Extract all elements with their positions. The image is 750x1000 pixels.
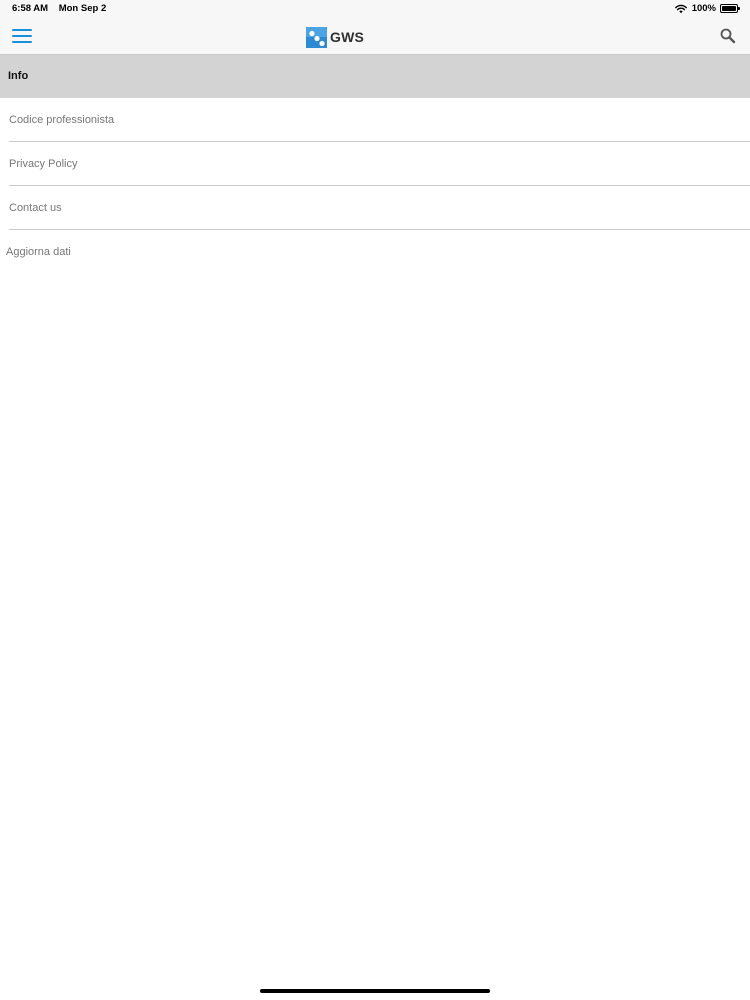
battery-icon xyxy=(720,4,740,13)
menu-item-privacy-policy[interactable]: Privacy Policy xyxy=(9,142,750,186)
status-bar: 6:58 AM Mon Sep 2 100% xyxy=(0,0,750,18)
menu-list: Codice professionista Privacy Policy Con… xyxy=(0,98,750,274)
section-title: Info xyxy=(8,70,29,82)
search-icon[interactable] xyxy=(719,27,737,45)
navigation-bar: GWS xyxy=(0,18,750,54)
gws-logo-icon xyxy=(306,26,327,48)
hamburger-menu-icon[interactable] xyxy=(10,24,34,48)
status-date: Mon Sep 2 xyxy=(58,3,107,14)
menu-line xyxy=(12,29,32,31)
brand-name: GWS xyxy=(330,29,365,45)
menu-item-label: Codice professionista xyxy=(9,114,115,126)
battery-cap xyxy=(738,7,740,10)
screen: 6:58 AM Mon Sep 2 100% GWS Info Codice p… xyxy=(0,0,750,1000)
status-right: 100% xyxy=(674,3,740,14)
section-header: Info xyxy=(0,54,750,98)
status-left: 6:58 AM Mon Sep 2 xyxy=(12,3,106,14)
menu-item-contact-us[interactable]: Contact us xyxy=(9,186,750,230)
wifi-icon xyxy=(674,4,687,13)
brand: GWS xyxy=(306,26,364,48)
menu-item-label: Privacy Policy xyxy=(9,158,78,170)
menu-line xyxy=(12,41,32,43)
status-time: 6:58 AM xyxy=(12,3,49,14)
battery-fill xyxy=(722,6,736,11)
menu-item-codice-professionista[interactable]: Codice professionista xyxy=(9,98,750,142)
menu-item-label: Contact us xyxy=(9,202,62,214)
menu-line xyxy=(12,35,32,37)
menu-item-label: Aggiorna dati xyxy=(6,246,71,258)
home-indicator xyxy=(260,989,490,993)
battery-percentage: 100% xyxy=(691,3,716,14)
menu-item-aggiorna-dati[interactable]: Aggiorna dati xyxy=(6,230,750,274)
